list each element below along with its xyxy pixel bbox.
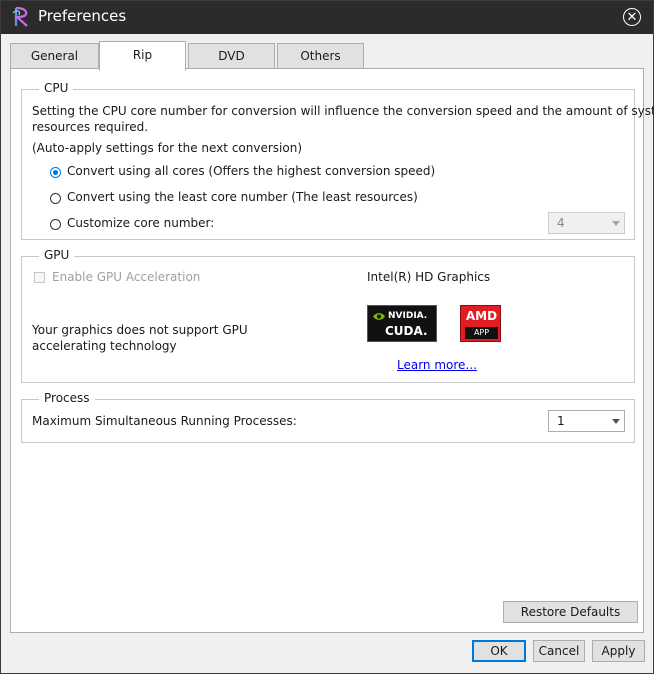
apply-button[interactable]: Apply bbox=[592, 640, 645, 662]
amd-app-text: APP bbox=[465, 327, 498, 339]
max-processes-label: Maximum Simultaneous Running Processes: bbox=[32, 414, 297, 428]
amd-logo-text: AMD bbox=[465, 309, 498, 323]
max-processes-select[interactable]: 1 bbox=[548, 410, 625, 432]
gpu-unsupported-line1: Your graphics does not support GPU bbox=[32, 323, 248, 337]
cpu-auto-apply-note: (Auto-apply settings for the next conver… bbox=[32, 141, 302, 155]
core-number-value: 4 bbox=[557, 216, 565, 230]
cancel-button[interactable]: Cancel bbox=[533, 640, 585, 662]
cpu-description-line2: resources required. bbox=[32, 120, 149, 134]
learn-more-link[interactable]: Learn more... bbox=[397, 358, 477, 372]
tab-general[interactable]: General bbox=[10, 43, 99, 69]
chevron-down-icon bbox=[612, 221, 620, 226]
title-bar: Preferences ✕ bbox=[1, 1, 653, 34]
core-number-select[interactable]: 4 bbox=[548, 212, 625, 234]
cuda-logo-text: CUDA. bbox=[385, 324, 428, 338]
cpu-legend: CPU bbox=[39, 81, 74, 95]
gpu-adapter-name: Intel(R) HD Graphics bbox=[367, 270, 491, 284]
cpu-description-line1: Setting the CPU core number for conversi… bbox=[32, 104, 654, 118]
tab-dvd[interactable]: DVD bbox=[188, 43, 275, 69]
amd-app-logo: AMD APP bbox=[460, 305, 501, 342]
label-customize-cores[interactable]: Customize core number: bbox=[67, 216, 214, 230]
ok-button[interactable]: OK bbox=[472, 640, 526, 662]
window-title: Preferences bbox=[38, 7, 127, 25]
tab-rip[interactable]: Rip bbox=[99, 41, 186, 71]
close-icon[interactable]: ✕ bbox=[623, 8, 641, 26]
restore-defaults-button[interactable]: Restore Defaults bbox=[503, 601, 638, 623]
enable-gpu-label[interactable]: Enable GPU Acceleration bbox=[52, 270, 200, 284]
enable-gpu-checkbox[interactable] bbox=[34, 272, 45, 283]
rip-settings-panel: CPU Setting the CPU core number for conv… bbox=[10, 68, 654, 633]
process-legend: Process bbox=[39, 391, 95, 405]
chevron-down-icon bbox=[612, 419, 620, 424]
tab-others[interactable]: Others bbox=[277, 43, 364, 69]
radio-least-cores[interactable] bbox=[50, 193, 61, 204]
app-logo-icon bbox=[12, 6, 28, 27]
label-least-cores[interactable]: Convert using the least core number (The… bbox=[67, 190, 418, 204]
max-processes-value: 1 bbox=[557, 414, 565, 428]
radio-customize-cores[interactable] bbox=[50, 219, 61, 230]
nvidia-logo-text: NVIDIA. bbox=[388, 311, 428, 321]
nvidia-eye-icon bbox=[373, 313, 385, 320]
gpu-legend: GPU bbox=[39, 248, 75, 262]
label-all-cores[interactable]: Convert using all cores (Offers the high… bbox=[67, 164, 435, 178]
preferences-window: Preferences ✕ General Rip DVD Others CPU… bbox=[0, 0, 654, 674]
cpu-group: CPU Setting the CPU core number for conv… bbox=[21, 81, 654, 240]
process-group: Process Maximum Simultaneous Running Pro… bbox=[21, 391, 635, 443]
gpu-group: GPU Enable GPU Acceleration Intel(R) HD … bbox=[21, 248, 635, 383]
nvidia-cuda-logo: NVIDIA. CUDA. bbox=[367, 305, 437, 342]
radio-all-cores[interactable] bbox=[50, 167, 61, 178]
gpu-unsupported-line2: accelerating technology bbox=[32, 339, 177, 353]
